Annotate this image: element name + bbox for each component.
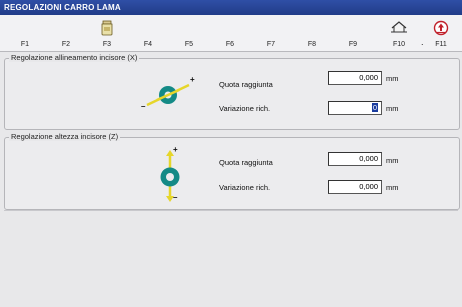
height-panel-title: Regolazione altezza incisore (Z): [9, 132, 121, 141]
f5-key[interactable]: F5: [169, 15, 209, 51]
f1-label: F1: [20, 41, 30, 48]
f4-key[interactable]: F4: [128, 15, 168, 51]
f4-label: F4: [143, 41, 153, 48]
f3-key[interactable]: F3: [87, 15, 127, 51]
f8-key[interactable]: F8: [292, 15, 332, 51]
f6-key[interactable]: F6: [210, 15, 250, 51]
jar-icon: [87, 20, 127, 38]
window-title: REGOLAZIONI CARRO LAMA: [0, 0, 462, 15]
f7-label: F7: [266, 41, 276, 48]
z-axis-adjust-icon: [160, 150, 180, 202]
home-icon: [379, 20, 419, 36]
x-plus-sign: +: [190, 75, 195, 84]
f11-label: F11: [435, 41, 447, 48]
x-minus-sign: –: [141, 102, 146, 111]
x-change-unit: mm: [386, 104, 399, 113]
z-change-unit: mm: [386, 183, 399, 192]
z-change-label: Variazione rich.: [219, 183, 271, 192]
f9-key[interactable]: F9: [333, 15, 373, 51]
height-panel: Regolazione altezza incisore (Z) + – Quo…: [4, 132, 460, 210]
x-reached-value: 0,000: [328, 71, 382, 85]
f9-label: F9: [348, 41, 358, 48]
f8-label: F8: [307, 41, 317, 48]
f5-label: F5: [184, 41, 194, 48]
x-reached-label: Quota raggiunta: [219, 80, 273, 89]
alignment-panel-title: Regolazione allineamento incisore (X): [9, 53, 140, 62]
x-change-input[interactable]: 0: [328, 101, 382, 115]
x-axis-adjust-icon: [146, 83, 190, 107]
f10-key[interactable]: F10: [379, 15, 419, 51]
z-plus-sign: +: [173, 145, 178, 154]
f3-label: F3: [102, 41, 112, 48]
empty-area: [4, 210, 458, 305]
f7-key[interactable]: F7: [251, 15, 291, 51]
z-minus-sign: –: [173, 193, 178, 202]
x-reached-unit: mm: [386, 74, 399, 83]
function-key-toolbar: F1 F2 F3 F4 F5 F6 F7 F8 F9 F10 . F11: [0, 15, 462, 52]
f11-key[interactable]: F11: [421, 15, 461, 51]
f6-label: F6: [225, 41, 235, 48]
z-reached-unit: mm: [386, 156, 399, 165]
f2-key[interactable]: F2: [46, 15, 86, 51]
exit-icon: [421, 20, 461, 38]
f10-label: F10: [392, 41, 406, 48]
z-change-input[interactable]: 0,000: [328, 180, 382, 194]
alignment-panel: Regolazione allineamento incisore (X) + …: [4, 53, 460, 130]
x-change-label: Variazione rich.: [219, 104, 271, 113]
f1-key[interactable]: F1: [5, 15, 45, 51]
z-reached-value: 0,000: [328, 152, 382, 166]
z-reached-label: Quota raggiunta: [219, 158, 273, 167]
f2-label: F2: [61, 41, 71, 48]
